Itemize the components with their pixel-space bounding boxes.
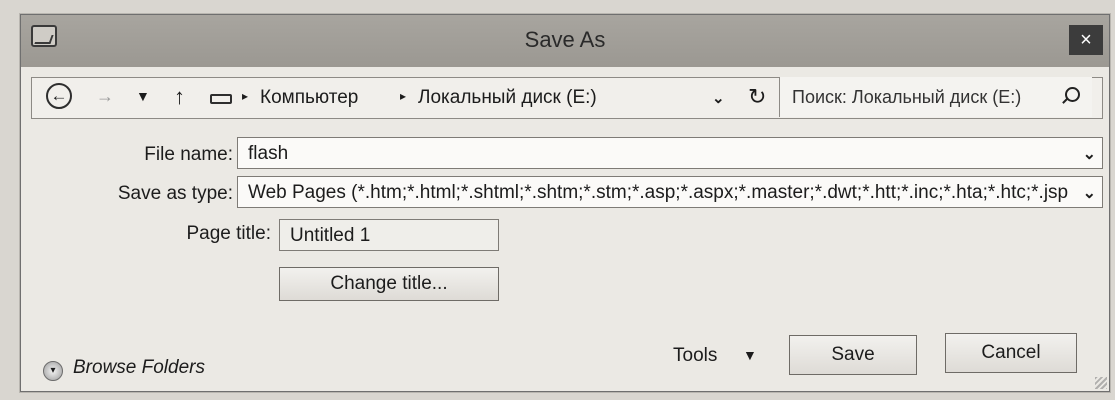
breadcrumb-local-disk[interactable]: Локальный диск (E:) bbox=[418, 87, 597, 109]
resize-grip[interactable] bbox=[1095, 377, 1107, 389]
search-input[interactable] bbox=[790, 84, 1044, 110]
up-arrow-icon[interactable]: ↑ bbox=[174, 84, 185, 110]
forward-arrow-icon[interactable]: → bbox=[96, 86, 114, 107]
search-box bbox=[779, 77, 1092, 117]
file-name-field[interactable]: flash ⌄ bbox=[237, 137, 1103, 169]
refresh-icon[interactable]: ↻ bbox=[748, 84, 766, 110]
search-icon[interactable] bbox=[1065, 87, 1080, 102]
close-button[interactable]: × bbox=[1069, 25, 1103, 55]
window-title: Save As bbox=[524, 27, 606, 52]
change-title-button[interactable]: Change title... bbox=[279, 267, 499, 301]
address-bar: ← → ▼ ↑ ▸ Компьютер ▸ Локальный диск (E:… bbox=[31, 77, 1103, 119]
chevron-down-icon[interactable]: ⌄ bbox=[712, 89, 725, 107]
chevron-down-icon[interactable]: ⌄ bbox=[1083, 183, 1096, 203]
title-bar: Save As × bbox=[21, 15, 1109, 67]
save-as-type-value[interactable]: Web Pages (*.htm;*.html;*.shtml;*.shtm;*… bbox=[248, 182, 1078, 204]
breadcrumb-separator-icon[interactable]: ▸ bbox=[242, 89, 248, 103]
file-name-label: File name: bbox=[144, 144, 233, 165]
drive-icon bbox=[210, 94, 232, 104]
chevron-down-icon[interactable]: ▼ bbox=[743, 347, 757, 363]
breadcrumb-separator-icon[interactable]: ▸ bbox=[400, 89, 406, 103]
breadcrumb-computer[interactable]: Компьютер bbox=[260, 87, 358, 109]
back-arrow-icon[interactable]: ← bbox=[46, 83, 72, 109]
recent-locations-icon[interactable]: ▼ bbox=[136, 88, 150, 104]
page-title-field: Untitled 1 bbox=[279, 219, 499, 251]
page-title-label: Page title: bbox=[186, 223, 272, 244]
page-title-value: Untitled 1 bbox=[290, 225, 371, 246]
browse-folders-link[interactable]: Browse Folders bbox=[73, 357, 205, 379]
save-as-type-select[interactable]: Web Pages (*.htm;*.html;*.shtml;*.shtm;*… bbox=[237, 176, 1103, 208]
expand-circle-icon[interactable]: ▾ bbox=[43, 361, 63, 381]
tools-menu[interactable]: Tools bbox=[673, 345, 717, 367]
cancel-button[interactable]: Cancel bbox=[945, 333, 1077, 373]
save-as-type-label: Save as type: bbox=[117, 183, 233, 204]
save-button[interactable]: Save bbox=[789, 335, 917, 375]
save-as-dialog: Save As × ← → ▼ ↑ ▸ Компьютер ▸ Локальны… bbox=[20, 14, 1110, 392]
file-name-value[interactable]: flash bbox=[248, 143, 288, 165]
chevron-down-icon[interactable]: ⌄ bbox=[1083, 144, 1096, 164]
